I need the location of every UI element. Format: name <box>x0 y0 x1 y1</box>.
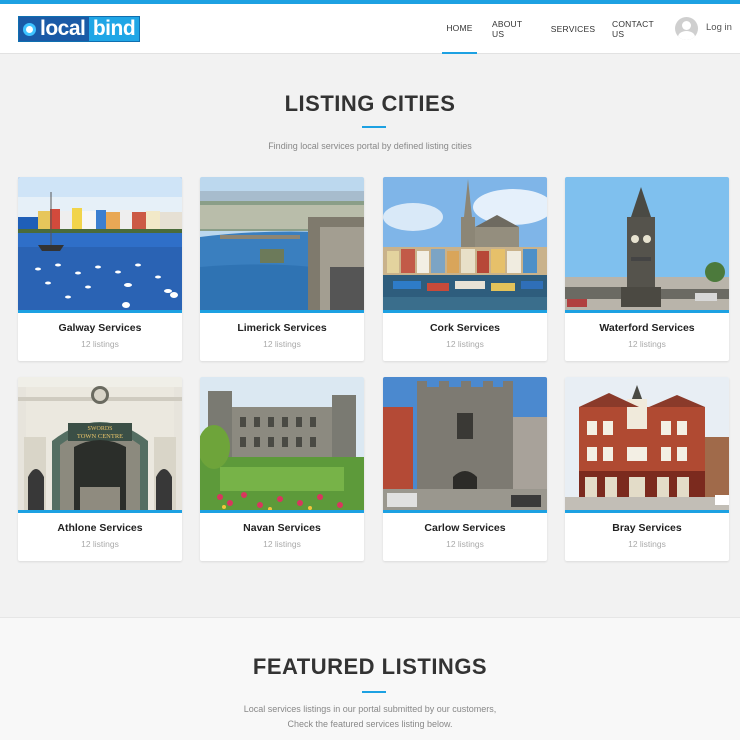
nav-about-us[interactable]: ABOUT US <box>492 4 534 54</box>
city-card-athlone[interactable]: SWORDS TOWN CENTRE Athlone Services 12 l… <box>18 377 182 561</box>
listing-count: 12 listings <box>263 539 301 549</box>
city-card-galway[interactable]: Galway Services 12 listings <box>18 177 182 361</box>
user-avatar-icon[interactable] <box>675 17 698 40</box>
city-name: Athlone Services <box>57 522 143 534</box>
navan-photo <box>200 377 364 513</box>
city-name: Carlow Services <box>424 522 506 534</box>
listing-count: 12 listings <box>628 539 666 549</box>
city-name: Cork Services <box>429 322 501 334</box>
title-underline <box>362 691 386 693</box>
nav-home[interactable]: HOME <box>442 4 477 54</box>
login-link[interactable]: Log in <box>706 22 732 33</box>
title-bold: CITIES <box>381 91 456 116</box>
city-card-waterford[interactable]: Waterford Services 12 listings <box>565 177 729 361</box>
city-card-carlow[interactable]: Carlow Services 12 listings <box>383 377 547 561</box>
title-light: LISTING <box>284 91 382 116</box>
sign-line-1: SWORDS <box>87 426 112 432</box>
listing-count: 12 listings <box>263 339 301 349</box>
featured-subtitle-line-1: Local services listings in our portal su… <box>243 704 497 714</box>
limerick-photo <box>200 177 364 313</box>
logo-right: bind <box>89 17 139 41</box>
site-header: local bind HOME ABOUT US SERVICES CONTAC… <box>0 4 740 54</box>
listing-count: 12 listings <box>446 539 484 549</box>
city-name: Galway Services <box>58 322 142 334</box>
location-pin-icon <box>23 22 36 36</box>
cork-photo <box>383 177 547 313</box>
listing-count: 12 listings <box>446 339 484 349</box>
sign-line-2: TOWN CENTRE <box>77 433 123 440</box>
city-name: Limerick Services <box>237 322 327 334</box>
listing-count: 12 listings <box>628 339 666 349</box>
listing-count: 12 listings <box>81 539 119 549</box>
nav-contact-us[interactable]: CONTACT US <box>612 4 664 54</box>
bray-photo <box>565 377 729 513</box>
logo-left: local <box>19 17 89 41</box>
city-name: Bray Services <box>612 522 682 534</box>
city-card-limerick[interactable]: Limerick Services 12 listings <box>200 177 364 361</box>
title-underline <box>362 126 386 128</box>
athlone-photo: SWORDS TOWN CENTRE <box>18 377 182 513</box>
featured-title: FEATURED LISTINGS <box>0 654 740 680</box>
city-name: Waterford Services <box>599 322 695 334</box>
city-card-cork[interactable]: Cork Services 12 listings <box>383 177 547 361</box>
city-card-navan[interactable]: Navan Services 12 listings <box>200 377 364 561</box>
city-card-bray[interactable]: Bray Services 12 listings <box>565 377 729 561</box>
listing-subtitle: Finding local services portal by defined… <box>268 141 472 151</box>
title-light: LISTINGS <box>375 654 488 679</box>
carlow-photo <box>383 377 547 513</box>
site-logo[interactable]: local bind <box>18 16 140 42</box>
listing-count: 12 listings <box>81 339 119 349</box>
title-bold: FEATURED <box>252 654 376 679</box>
nav-services[interactable]: SERVICES <box>551 4 595 54</box>
waterford-photo <box>565 177 729 313</box>
listing-cities-title: LISTING CITIES <box>0 91 740 117</box>
galway-photo <box>18 177 182 313</box>
featured-section: FEATURED LISTINGS Local services listing… <box>0 617 740 740</box>
featured-subtitle-line-2: Check the featured services listing belo… <box>287 719 453 729</box>
city-name: Navan Services <box>243 522 321 534</box>
logo-text-local: local <box>40 17 86 40</box>
